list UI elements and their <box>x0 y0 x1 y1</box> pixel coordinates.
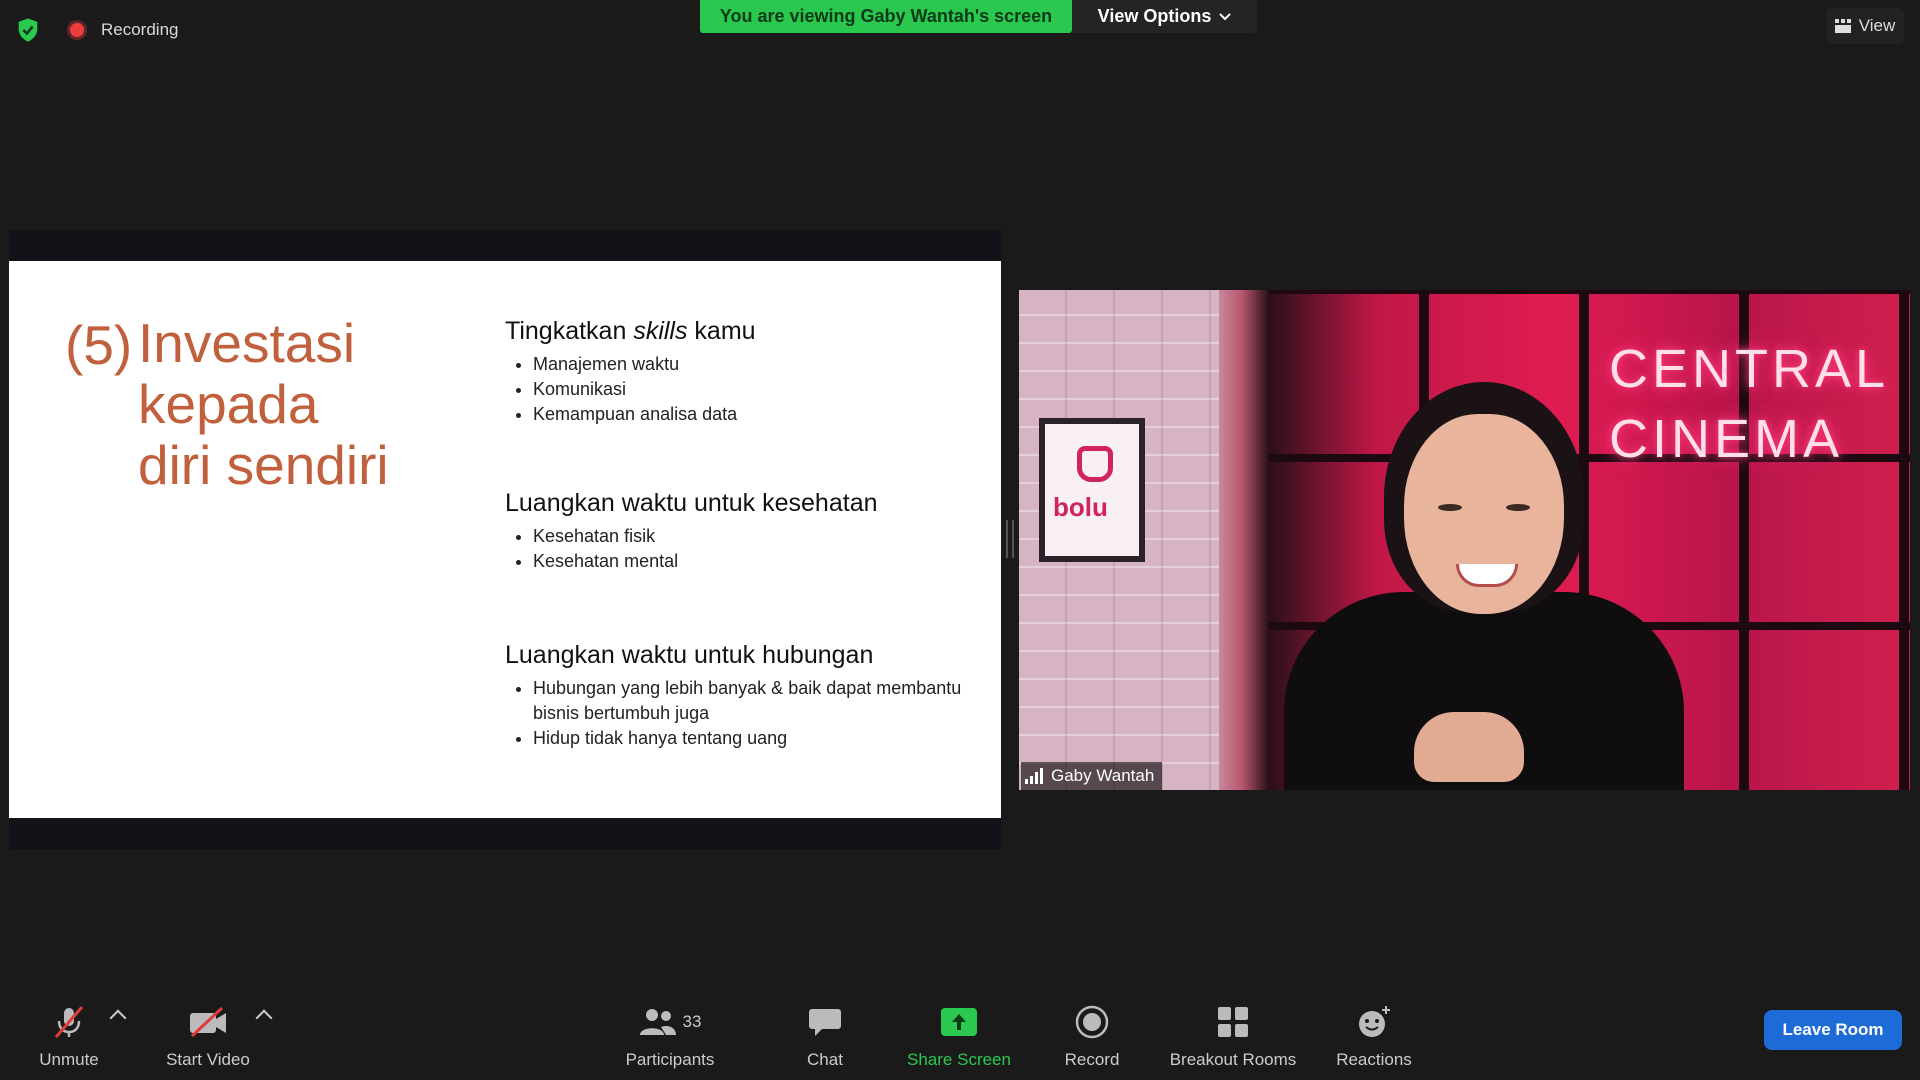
poster-text: bolu <box>1053 492 1108 522</box>
record-label: Record <box>1064 1050 1120 1069</box>
video-off-icon <box>190 1006 226 1038</box>
recording-indicator[interactable]: Recording <box>70 20 179 40</box>
bullet-item: Kesehatan mental <box>533 549 965 574</box>
meeting-status-bar: Recording <box>14 14 179 46</box>
unmute-button[interactable]: Unmute <box>32 1002 106 1070</box>
start-video-button[interactable]: Start Video <box>158 1002 258 1070</box>
breakout-rooms-button[interactable]: Breakout Rooms <box>1163 1002 1303 1070</box>
participant-name-tag: Gaby Wantah <box>1021 762 1163 790</box>
slide-section-skills: Tingkatkan skills kamu Manajemen waktu K… <box>505 317 965 427</box>
recording-label: Recording <box>101 20 179 39</box>
participant-figure <box>1254 382 1694 790</box>
chevron-down-icon <box>1219 12 1232 20</box>
audio-options-chevron-icon[interactable] <box>109 1009 127 1027</box>
section-heading: Luangkan waktu untuk hubungan <box>505 641 874 669</box>
signal-strength-icon <box>1025 768 1043 784</box>
bullet-item: Hubungan yang lebih banyak & baik dapat … <box>533 676 965 726</box>
recording-dot-icon <box>70 23 84 37</box>
slide-title: Investasi kepada diri sendiri <box>138 313 389 496</box>
breakout-rooms-icon <box>1218 1007 1248 1037</box>
bullet-item: Hidup tidak hanya tentang uang <box>533 726 965 751</box>
presentation-slide: (5) Investasi kepada diri sendiri Tingka… <box>9 261 1001 818</box>
encryption-shield-icon[interactable] <box>14 16 42 44</box>
muted-microphone-icon <box>54 1006 84 1038</box>
panel-resize-handle[interactable] <box>1006 520 1014 558</box>
participants-button[interactable]: 33 Participants <box>620 1002 720 1070</box>
view-options-button[interactable]: View Options <box>1072 0 1257 33</box>
chat-button[interactable]: Chat <box>788 1002 862 1070</box>
slide-section-health: Luangkan waktu untuk kesehatan Kesehatan… <box>505 489 965 574</box>
view-button[interactable]: View <box>1826 8 1904 44</box>
bullet-item: Kesehatan fisik <box>533 524 965 549</box>
bullet-item: Manajemen waktu <box>533 352 965 377</box>
participant-video[interactable]: bolu CENTRAL CINEMA <box>1019 290 1910 790</box>
chat-bubble-icon <box>809 1009 841 1036</box>
video-options-chevron-icon[interactable] <box>255 1009 273 1027</box>
breakout-rooms-label: Breakout Rooms <box>1169 1050 1297 1069</box>
share-screen-label: Share Screen <box>907 1050 1011 1069</box>
poster-logo-icon <box>1077 446 1113 482</box>
grid-view-icon <box>1834 19 1851 33</box>
slide-title-line: diri sendiri <box>138 434 389 496</box>
section-heading: Tingkatkan skills kamu <box>505 317 756 345</box>
reactions-label: Reactions <box>1336 1050 1412 1069</box>
background-poster: bolu <box>1039 418 1145 562</box>
leave-room-button[interactable]: Leave Room <box>1764 1010 1902 1050</box>
participants-icon <box>639 1009 676 1035</box>
slide-title-line: kepada <box>138 373 319 435</box>
meeting-toolbar: Unmute Start Video 33 Participants Chat … <box>0 992 1920 1080</box>
chat-label: Chat <box>807 1050 843 1069</box>
bullet-item: Kemampuan analisa data <box>533 402 965 427</box>
view-button-label: View <box>1858 16 1896 35</box>
record-button[interactable]: Record <box>1055 1002 1129 1070</box>
viewing-screen-banner: You are viewing Gaby Wantah's screen <box>700 0 1072 33</box>
shared-screen: (5) Investasi kepada diri sendiri Tingka… <box>9 230 1001 849</box>
view-options-label: View Options <box>1097 6 1212 26</box>
participants-label: Participants <box>625 1050 715 1069</box>
section-heading: Luangkan waktu untuk kesehatan <box>505 489 878 517</box>
participants-count: 33 <box>682 1012 702 1031</box>
reactions-icon <box>1359 1006 1390 1037</box>
record-icon <box>1075 1005 1109 1039</box>
share-screen-icon <box>941 1008 977 1036</box>
reactions-button[interactable]: Reactions <box>1330 1002 1418 1070</box>
start-video-label: Start Video <box>166 1050 250 1069</box>
slide-section-relationships: Luangkan waktu untuk hubungan Hubungan y… <box>505 641 965 751</box>
share-screen-button[interactable]: Share Screen <box>900 1002 1018 1070</box>
slide-title-line: Investasi <box>138 312 356 374</box>
slide-number: (5) <box>65 314 133 376</box>
unmute-label: Unmute <box>39 1050 99 1069</box>
bullet-item: Komunikasi <box>533 377 965 402</box>
participant-name: Gaby Wantah <box>1051 766 1155 785</box>
